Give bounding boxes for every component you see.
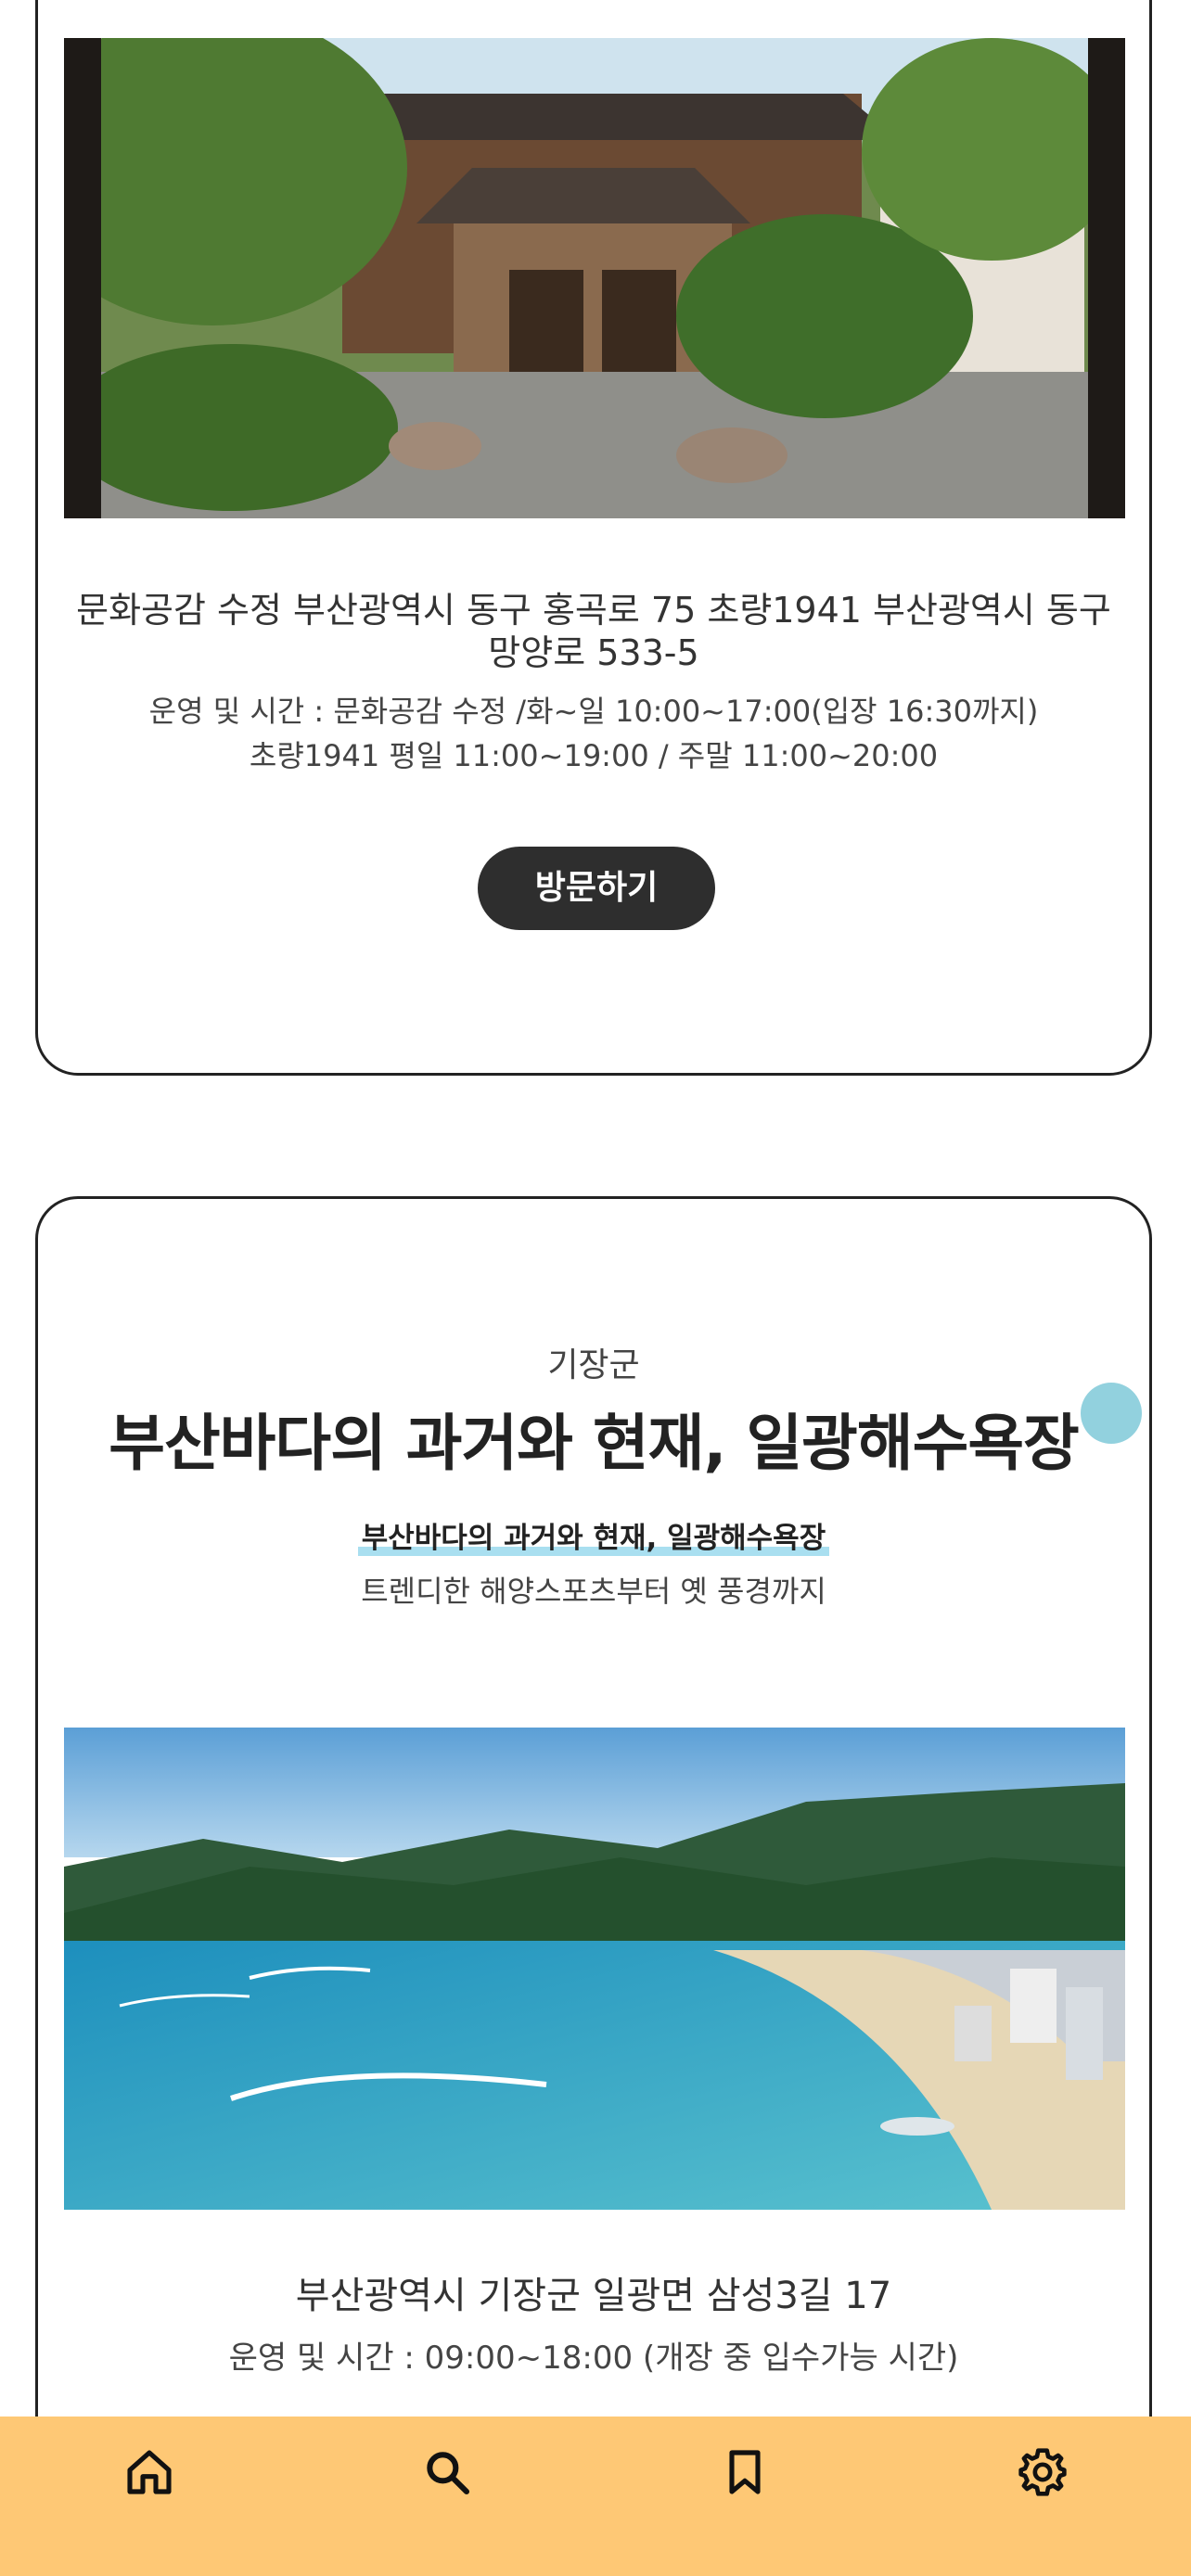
place-hours: 운영 및 시간 : 문화공감 수정 /화~일 10:00~17:00(입장 16… [75, 689, 1112, 778]
bottom-tab-bar [0, 2417, 1191, 2576]
place-address: 부산광역시 기장군 일광면 삼성3길 17 [295, 2275, 892, 2317]
place-title: 부산바다의 과거와 현재, 일광해수욕장 [109, 1408, 1080, 1479]
tab-settings[interactable] [968, 2417, 1117, 2528]
place-photo [64, 38, 1125, 518]
place-hours: 운영 및 시간 : 09:00~18:00 (개장 중 입수가능 시간) [228, 2340, 959, 2377]
visit-button[interactable]: 방문하기 [478, 847, 715, 930]
bookmark-icon [728, 2450, 761, 2494]
search-icon [426, 2452, 469, 2495]
hours-line-2: 초량1941 평일 11:00~19:00 / 주말 11:00~20:00 [249, 738, 939, 773]
place-card-ilgwang: 기장군 부산바다의 과거와 현재, 일광해수욕장 부산바다의 과거와 현재, 일… [35, 1196, 1152, 2576]
tab-bookmark[interactable] [671, 2417, 819, 2528]
gear-icon [1018, 2448, 1067, 2496]
place-card-susjeong: 문화공감 수정 부산광역시 동구 홍곡로 75 초량1941 부산광역시 동구 … [35, 0, 1152, 1076]
region-label: 기장군 [547, 1346, 640, 1384]
hours-line-1: 운영 및 시간 : 문화공감 수정 /화~일 10:00~17:00(입장 16… [148, 694, 1039, 729]
place-address: 문화공감 수정 부산광역시 동구 홍곡로 75 초량1941 부산광역시 동구 … [76, 590, 1111, 673]
tab-search[interactable] [373, 2417, 521, 2528]
place-photo [64, 1728, 1125, 2210]
page: 문화공감 수정 부산광역시 동구 홍곡로 75 초량1941 부산광역시 동구 … [0, 0, 1191, 2576]
place-subtitle: 부산바다의 과거와 현재, 일광해수욕장 [357, 1514, 830, 1556]
tab-home[interactable] [75, 2417, 224, 2528]
place-description: 트렌디한 해양스포츠부터 옛 풍경까지 [361, 1574, 826, 1609]
subtitle-wrap: 부산바다의 과거와 현재, 일광해수욕장 [38, 1514, 1149, 1556]
home-icon [126, 2450, 172, 2494]
scroll-indicator-dot [1081, 1383, 1142, 1444]
